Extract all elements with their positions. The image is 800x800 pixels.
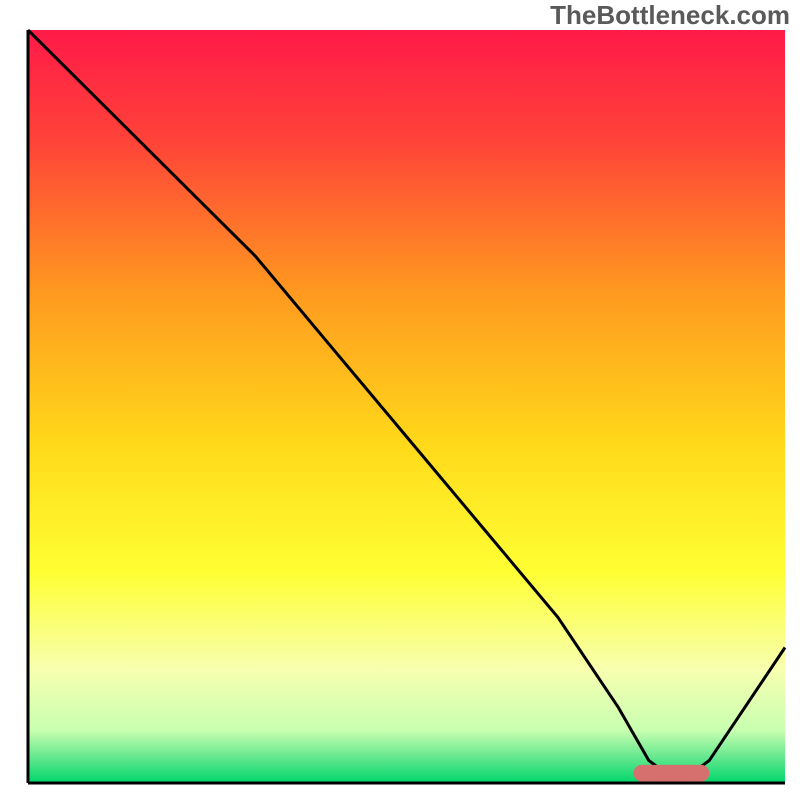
chart-container: TheBottleneck.com: [0, 0, 800, 800]
optimal-range-marker: [634, 765, 710, 782]
watermark-text: TheBottleneck.com: [550, 0, 790, 31]
bottleneck-chart: [0, 0, 800, 800]
